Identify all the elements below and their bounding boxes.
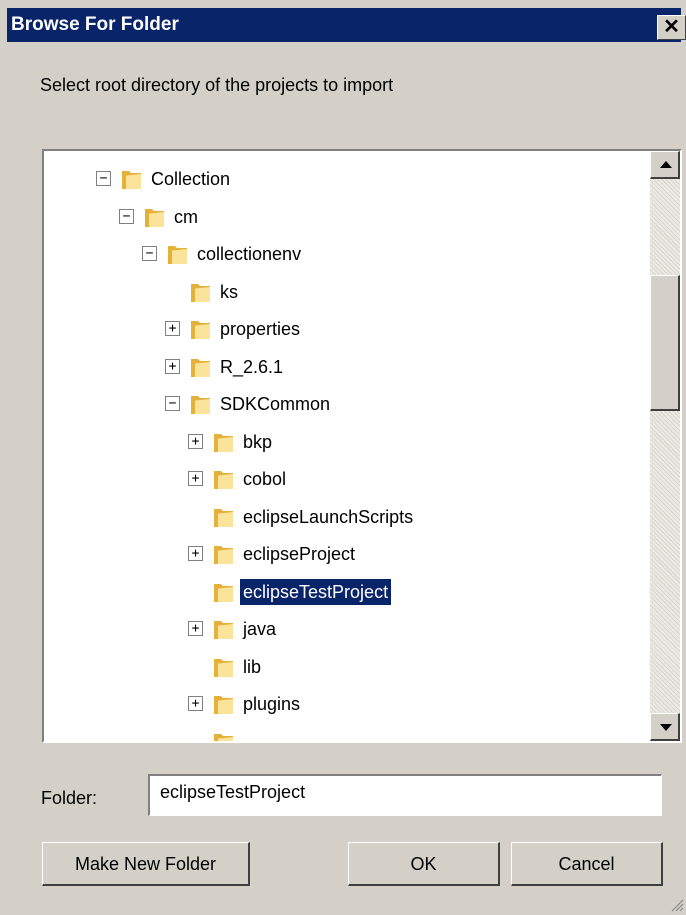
tree-node[interactable]: eclipseLaunchScripts <box>188 503 608 531</box>
cancel-button[interactable]: Cancel <box>511 842 663 886</box>
tree-node-label[interactable]: collectionenv <box>194 241 304 267</box>
folder-icon <box>214 733 233 741</box>
tree-scrollbar[interactable] <box>650 151 680 741</box>
folder-icon <box>191 321 210 339</box>
tree-node[interactable]: − cm <box>119 203 539 231</box>
scrollbar-thumb[interactable] <box>650 275 680 411</box>
folder-icon <box>214 583 233 602</box>
resize-grip-icon[interactable] <box>670 898 684 912</box>
folder-icon <box>214 621 233 639</box>
tree-node[interactable]: ks <box>165 278 585 306</box>
ok-button[interactable]: OK <box>348 842 500 886</box>
close-button[interactable]: ✕ <box>657 15 686 40</box>
tree-node-label[interactable]: java <box>240 616 279 642</box>
tree-node[interactable]: − Collection <box>96 165 516 193</box>
collapse-icon[interactable]: − <box>165 396 180 411</box>
expand-icon[interactable]: + <box>188 433 203 449</box>
tree-node[interactable]: + R_2.6.1 <box>165 353 585 381</box>
tree-node[interactable]: + cobol <box>188 465 608 493</box>
collapse-icon[interactable]: − <box>142 246 157 261</box>
folder-field[interactable] <box>148 774 662 816</box>
instruction-text: Select root directory of the projects to… <box>40 75 394 95</box>
folder-tree[interactable]: − Collection − cm − collectionenv ks + propertie… <box>42 149 682 743</box>
collapse-icon[interactable]: − <box>96 171 111 186</box>
browse-for-folder-dialog: Browse For Folder ✕ Select root director… <box>0 0 686 915</box>
scroll-up-button[interactable] <box>650 151 680 179</box>
close-icon: ✕ <box>663 16 680 38</box>
arrow-up-icon <box>660 161 672 168</box>
folder-icon <box>214 433 233 452</box>
folder-icon <box>214 546 233 564</box>
folder-icon <box>214 658 233 677</box>
folder-icon <box>191 283 210 302</box>
tree-node[interactable]: + eclipseProject <box>188 540 608 568</box>
expand-icon[interactable]: + <box>165 358 180 374</box>
tree-node-label[interactable]: ks <box>217 279 241 305</box>
tree-node[interactable]: − collectionenv <box>142 240 562 268</box>
folder-tree-viewport: − Collection − cm − collectionenv ks + propertie… <box>44 151 648 741</box>
expand-icon[interactable]: + <box>188 546 203 561</box>
collapse-icon[interactable]: − <box>119 208 134 224</box>
make-new-folder-button[interactable]: Make New Folder <box>42 842 250 886</box>
tree-node-label[interactable]: eclipseLaunchScripts <box>240 504 416 530</box>
expand-icon[interactable]: + <box>188 621 203 636</box>
tree-node[interactable]: + plugins <box>188 690 608 718</box>
tree-node[interactable]: − SDKCommon <box>165 390 585 418</box>
tree-node-label[interactable]: plugins <box>240 691 303 717</box>
dialog-title: Browse For Folder <box>11 14 179 35</box>
tree-node[interactable]: + properties <box>165 315 585 343</box>
tree-node-label[interactable]: Collection <box>148 166 233 192</box>
tree-node-label[interactable]: bkp <box>240 429 275 455</box>
tree-node[interactable]: lib <box>188 653 608 681</box>
expand-icon[interactable]: + <box>165 321 180 336</box>
expand-icon[interactable]: + <box>188 471 203 486</box>
title-bar[interactable]: Browse For Folder ✕ <box>7 8 686 42</box>
folder-icon <box>168 246 187 264</box>
tree-node[interactable]: eclipseTestProject <box>188 578 608 606</box>
tree-node-label[interactable]: eclipseTestProject <box>240 578 392 605</box>
tree-node[interactable]: + bkp <box>188 428 608 456</box>
folder-icon <box>122 171 141 189</box>
folder-icon <box>191 358 210 377</box>
tree-node-label[interactable]: R_2.6.1 <box>217 354 286 380</box>
tree-node[interactable] <box>188 728 608 741</box>
arrow-down-icon <box>660 724 672 731</box>
tree-node-label[interactable]: cm <box>171 204 201 230</box>
expand-icon[interactable]: + <box>188 696 203 711</box>
scroll-down-button[interactable] <box>650 713 680 741</box>
tree-node-label[interactable]: eclipseProject <box>240 541 358 567</box>
tree-node[interactable]: + java <box>188 615 608 643</box>
folder-field-label: Folder: <box>41 788 98 808</box>
tree-node-label[interactable]: properties <box>217 316 303 342</box>
folder-icon <box>214 508 233 527</box>
tree-node-label[interactable]: lib <box>240 654 264 680</box>
tree-node-label[interactable]: SDKCommon <box>217 391 333 417</box>
folder-icon <box>214 471 233 489</box>
folder-icon <box>145 208 164 227</box>
tree-node-label[interactable]: cobol <box>240 466 289 492</box>
folder-icon <box>214 696 233 714</box>
folder-icon <box>191 396 210 414</box>
